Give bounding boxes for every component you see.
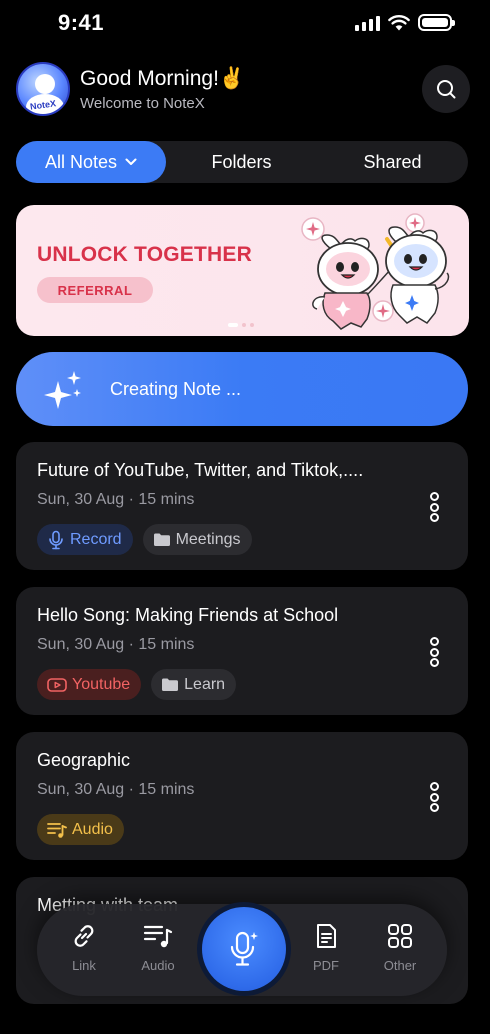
grid-icon (388, 924, 412, 948)
avatar[interactable]: NoteX (16, 62, 70, 116)
creating-note-label: Creating Note ... (110, 378, 242, 399)
source-chip-audio[interactable]: Audio (37, 814, 124, 845)
pagination-dot (242, 323, 246, 327)
tab-folders[interactable]: Folders (166, 141, 317, 183)
note-meta: Sun, 30 Aug · 15 mins (37, 781, 195, 798)
referral-button[interactable]: REFERRAL (37, 277, 153, 303)
battery-icon (418, 14, 455, 31)
wifi-icon (388, 15, 410, 31)
sparkle-icon (44, 371, 81, 409)
chip-label: Learn (184, 675, 226, 693)
status-bar: 9:41 (0, 0, 490, 48)
more-options-icon[interactable] (428, 637, 440, 667)
link-icon (74, 925, 94, 947)
tab-shared[interactable]: Shared (317, 141, 468, 183)
referral-banner[interactable]: UNLOCK TOGETHER REFERRAL (16, 205, 469, 336)
tab-label: All Notes (44, 151, 118, 172)
dock-label: Audio (141, 958, 175, 973)
dock-other-button[interactable]: Other (370, 922, 430, 973)
pdf-icon (317, 924, 336, 948)
banner-title: UNLOCK TOGETHER (37, 243, 252, 266)
chip-label: Audio (72, 820, 113, 838)
search-button[interactable] (422, 65, 470, 113)
note-meta: Sun, 30 Aug · 15 mins (37, 491, 195, 508)
note-meta: Sun, 30 Aug · 15 mins (37, 636, 195, 653)
note-title: Hello Song: Making Friends at School (37, 605, 339, 625)
record-button[interactable] (197, 902, 291, 996)
banner-pagination (228, 323, 254, 327)
greeting-block: Good Morning!✌️ Welcome to NoteX (80, 67, 245, 112)
dock-pdf-button[interactable]: PDF (296, 922, 356, 973)
mic-icon (49, 530, 63, 549)
note-title: Future of YouTube, Twitter, and Tiktok,.… (37, 460, 364, 480)
dock-link-button[interactable]: Link (54, 922, 114, 973)
audio-list-icon (47, 822, 67, 838)
tab-label: Shared (363, 151, 422, 172)
source-chip-youtube[interactable]: Youtube (37, 669, 142, 700)
greeting-subtitle: Welcome to NoteX (80, 94, 205, 112)
status-time: 9:41 (58, 10, 105, 35)
status-icons (355, 14, 455, 31)
tab-label: Folders (211, 151, 272, 172)
chevron-down-icon (125, 158, 137, 165)
dock-audio-button[interactable]: Audio (128, 922, 188, 973)
chip-label: Record (70, 530, 122, 548)
note-title: Geographic (37, 750, 131, 770)
mic-sparkle-icon (230, 931, 258, 966)
creating-note-banner[interactable]: Creating Note ... (16, 352, 468, 426)
dock-label: Other (383, 958, 417, 973)
header: NoteX Good Morning!✌️ Welcome to NoteX (16, 60, 470, 118)
more-options-icon[interactable] (428, 782, 440, 812)
folder-chip[interactable]: Meetings (142, 524, 252, 555)
pagination-dot (250, 323, 254, 327)
source-chip-record[interactable]: Record (37, 524, 133, 555)
note-tags: Record Meetings (37, 524, 252, 555)
search-icon (437, 80, 456, 99)
note-tags: Youtube Learn (37, 669, 237, 700)
note-card[interactable]: Hello Song: Making Friends at School Sun… (16, 587, 468, 715)
audio-list-icon (143, 925, 173, 948)
tab-all-notes[interactable]: All Notes (16, 141, 166, 183)
chip-label: Meetings (175, 530, 241, 548)
note-card[interactable]: Geographic Sun, 30 Aug · 15 mins Audio (16, 732, 468, 860)
folder-icon (162, 678, 179, 691)
note-tags: Audio (37, 814, 124, 845)
folder-icon (153, 533, 170, 546)
signal-icon (355, 15, 380, 31)
bottom-action-dock: Link Audio PDF Other (37, 902, 447, 996)
dock-label: PDF (313, 958, 339, 973)
mascots-illustration (301, 213, 450, 330)
more-options-icon[interactable] (428, 492, 440, 522)
filter-tabs: All Notes Folders Shared (16, 141, 468, 183)
dock-label: Link (72, 958, 96, 973)
folder-chip[interactable]: Learn (151, 669, 237, 700)
youtube-icon (47, 677, 67, 692)
note-card[interactable]: Future of YouTube, Twitter, and Tiktok,.… (16, 442, 468, 570)
chip-label: Youtube (72, 675, 131, 693)
pagination-dot (228, 323, 238, 327)
greeting-title: Good Morning!✌️ (80, 66, 246, 90)
